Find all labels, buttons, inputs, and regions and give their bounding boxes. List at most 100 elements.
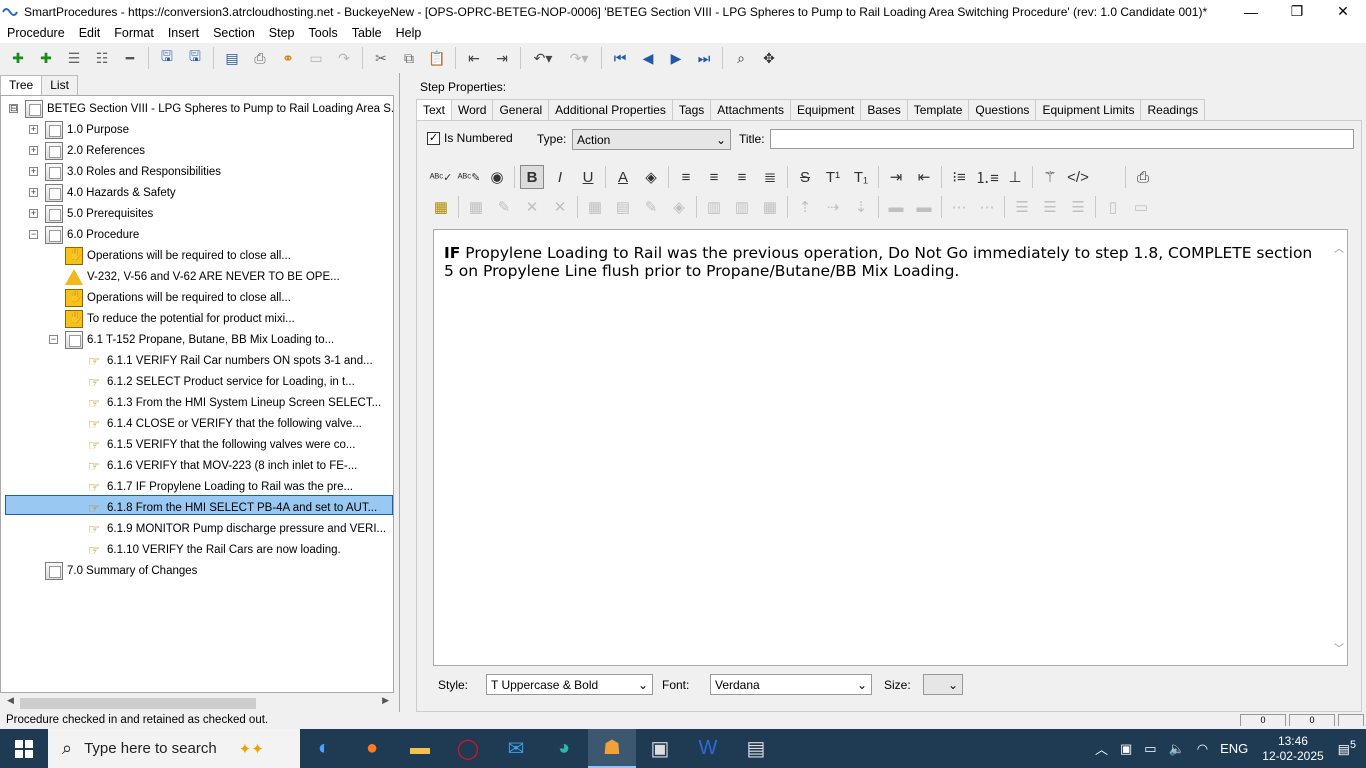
tree-node[interactable]: 4.0 Hazards & Safety bbox=[45, 182, 176, 203]
style-select[interactable]: T Uppercase & Bold ⌄ bbox=[486, 674, 653, 695]
scroll-up-icon[interactable]: ︿ bbox=[1334, 240, 1344, 255]
table-clear-icon[interactable]: ✕ bbox=[548, 195, 572, 219]
redo-icon[interactable]: ↷▾ bbox=[564, 47, 594, 69]
tree-node[interactable]: 3.0 Roles and Responsibilities bbox=[45, 161, 221, 182]
tree-node[interactable]: ☞ 6.1.10 VERIFY the Rail Cars are now loa… bbox=[85, 539, 341, 560]
tree-node[interactable]: 6.1 T-152 Propane, Butane, BB Mix Loadin… bbox=[65, 329, 334, 350]
save-all-icon[interactable]: 🖫 bbox=[156, 47, 178, 69]
spellcheck-icon[interactable]: ᴬᴮᶜ✓ bbox=[429, 165, 453, 189]
taskbar-search[interactable]: ⌕ Type here to search ✦✦ bbox=[48, 729, 300, 768]
tab-equipment-limits[interactable]: Equipment Limits bbox=[1035, 99, 1142, 120]
align-right-icon[interactable]: ≡ bbox=[730, 165, 754, 189]
tab-bases[interactable]: Bases bbox=[860, 99, 908, 120]
print-preview-icon[interactable]: ⎙ bbox=[1131, 165, 1155, 189]
indent-left-icon[interactable]: ⇤ bbox=[912, 165, 936, 189]
opera-icon[interactable]: ◯ bbox=[444, 729, 492, 768]
link-icon[interactable]: ⚭ bbox=[277, 47, 299, 69]
start-button[interactable] bbox=[0, 729, 48, 768]
volume-icon[interactable]: 🔈 bbox=[1169, 741, 1185, 757]
menu-step[interactable]: Step bbox=[262, 26, 302, 40]
language-indicator[interactable]: ENG bbox=[1220, 741, 1248, 756]
notification-icon[interactable]: ▤5 bbox=[1338, 739, 1356, 757]
pane-splitter[interactable] bbox=[399, 73, 405, 713]
tree-node[interactable]: ☞ 6.1.9 MONITOR Pump discharge pressure a… bbox=[85, 518, 386, 539]
step-text-content[interactable]: IF Propylene Loading to Rail was the pre… bbox=[444, 244, 1314, 280]
tree-node[interactable]: V-232, V-56 and V-62 ARE NEVER TO BE OPE… bbox=[65, 266, 340, 287]
tab-equipment[interactable]: Equipment bbox=[789, 99, 862, 120]
mail-icon[interactable]: ✉ bbox=[492, 729, 540, 768]
file-explorer-icon[interactable]: ▬ bbox=[396, 729, 444, 768]
menu-edit[interactable]: Edit bbox=[72, 26, 108, 40]
last-icon[interactable]: ⏭ bbox=[693, 47, 715, 69]
paste-icon[interactable]: 📋 bbox=[426, 47, 448, 69]
cell-align-middle-icon[interactable]: ☰ bbox=[1038, 195, 1062, 219]
menu-procedure[interactable]: Procedure bbox=[0, 26, 72, 40]
scroll-left-icon[interactable]: ◀ bbox=[7, 695, 14, 706]
menu-help[interactable]: Help bbox=[389, 26, 429, 40]
tab-additional-properties[interactable]: Additional Properties bbox=[548, 99, 673, 120]
tree-node[interactable]: 2.0 References bbox=[45, 140, 145, 161]
type-select[interactable]: Action ⌄ bbox=[572, 129, 731, 150]
edge-icon[interactable]: ◕ bbox=[540, 729, 588, 768]
spellcheck-as-you-type-icon[interactable]: ᴬᴮᶜ✎ bbox=[457, 165, 481, 189]
font-select[interactable]: Verdana ⌄ bbox=[710, 674, 872, 695]
word-icon[interactable]: W bbox=[684, 729, 732, 768]
tree-expander-icon[interactable]: − bbox=[29, 230, 38, 239]
first-icon[interactable]: ⏮ bbox=[609, 47, 631, 69]
tree-node[interactable]: ☞ 6.1.1 VERIFY Rail Car numbers ON spots … bbox=[85, 350, 373, 371]
tab-questions[interactable]: Questions bbox=[968, 99, 1037, 120]
tree-node[interactable]: ☞ 6.1.6 VERIFY that MOV-223 (8 inch inlet… bbox=[85, 455, 358, 476]
smartprocedures-icon[interactable]: ☗ bbox=[588, 729, 636, 768]
previous-icon[interactable]: ◀ bbox=[637, 47, 659, 69]
remote-desktop-icon[interactable]: ▤ bbox=[732, 729, 780, 768]
is-numbered-checkbox[interactable]: ✓ Is Numbered bbox=[427, 131, 513, 145]
menu-tools[interactable]: Tools bbox=[302, 26, 345, 40]
menu-table[interactable]: Table bbox=[345, 26, 389, 40]
font-color-icon[interactable]: A bbox=[611, 165, 635, 189]
split-cells-icon[interactable]: ▬ bbox=[912, 195, 936, 219]
app-window-icon[interactable]: ▣ bbox=[636, 729, 684, 768]
subscript-icon[interactable]: T₁ bbox=[849, 165, 873, 189]
align-center-icon[interactable]: ≡ bbox=[702, 165, 726, 189]
tree-horizontal-scrollbar[interactable]: ◀ ▶ bbox=[4, 695, 392, 711]
remove-icon[interactable]: ━ bbox=[119, 47, 141, 69]
scroll-down-icon[interactable]: ﹀ bbox=[1334, 640, 1344, 655]
find-icon[interactable]: ⌕ bbox=[730, 47, 752, 69]
audio-icon[interactable]: ◉ bbox=[485, 165, 509, 189]
align-left-icon[interactable]: ≡ bbox=[674, 165, 698, 189]
editor-vertical-scrollbar[interactable]: ︿ ﹀ bbox=[1331, 230, 1347, 665]
tree-node[interactable]: Operations will be required to close all… bbox=[65, 287, 291, 308]
magic-wand-icon[interactable]: ⚚ bbox=[1038, 165, 1062, 189]
tree-node[interactable]: BETEG Section VIII - LPG Spheres to Pump… bbox=[25, 98, 393, 119]
cell-color-icon[interactable]: ◈ bbox=[667, 195, 691, 219]
tree-node[interactable]: 5.0 Prerequisites bbox=[45, 203, 153, 224]
bold-button[interactable]: B bbox=[520, 165, 544, 189]
tree-expander-icon[interactable]: ⊟ bbox=[9, 104, 18, 113]
tab-word[interactable]: Word bbox=[451, 99, 494, 120]
table-delete-icon[interactable]: ▦ bbox=[464, 195, 488, 219]
insert-row-above-icon[interactable]: ⇡ bbox=[793, 195, 817, 219]
cut-icon[interactable]: ✂ bbox=[370, 47, 392, 69]
copy-icon[interactable]: ⧉ bbox=[398, 47, 420, 69]
tab-text[interactable]: Text bbox=[416, 99, 453, 120]
restore-button[interactable]: ❐ bbox=[1274, 0, 1320, 23]
justify-icon[interactable]: ≣ bbox=[758, 165, 782, 189]
tree-node[interactable]: 7.0 Summary of Changes bbox=[45, 560, 197, 581]
insert-col-right-icon[interactable]: ▥ bbox=[730, 195, 754, 219]
add-child-icon[interactable]: ✚ bbox=[35, 47, 57, 69]
table-props-icon[interactable]: ▦ bbox=[583, 195, 607, 219]
preview-icon[interactable]: ▤ bbox=[221, 47, 243, 69]
move-row-icon[interactable]: ⇣ bbox=[849, 195, 873, 219]
clock[interactable]: 13:46 12-02-2025 bbox=[1262, 734, 1323, 764]
redo-arrow-icon[interactable]: ↷ bbox=[333, 47, 355, 69]
cell-align-top-icon[interactable]: ☰ bbox=[1010, 195, 1034, 219]
tree-expander-icon[interactable]: + bbox=[29, 125, 38, 134]
menu-section[interactable]: Section bbox=[206, 26, 262, 40]
battery-icon[interactable]: ▭ bbox=[1144, 741, 1156, 757]
size-select[interactable]: ⌄ bbox=[923, 674, 963, 695]
chevron-up-icon[interactable]: ︿ bbox=[1095, 739, 1108, 758]
tab-readings[interactable]: Readings bbox=[1140, 99, 1206, 120]
tab-attachments[interactable]: Attachments bbox=[710, 99, 791, 120]
table-delete-column-icon[interactable]: ✕ bbox=[520, 195, 544, 219]
strikethrough-icon[interactable]: S bbox=[793, 165, 817, 189]
